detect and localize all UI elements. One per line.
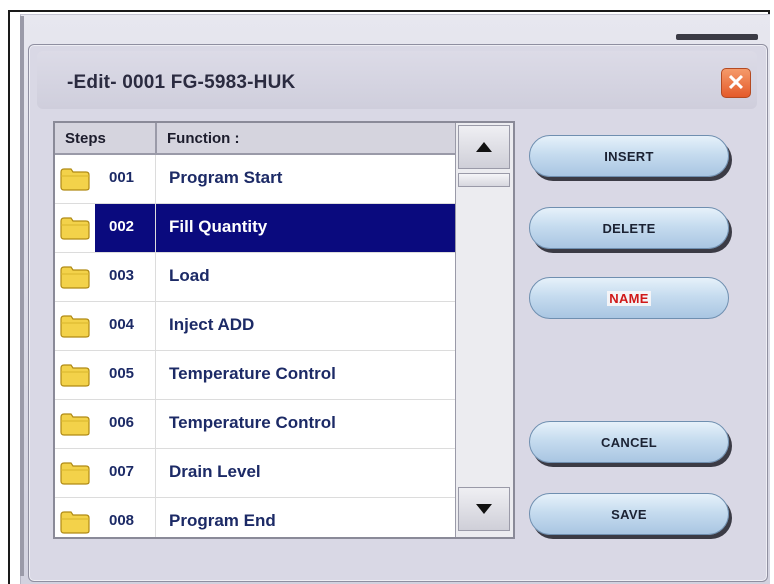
steps-list: Steps Function : 001 Program Start 002 Fill…: [53, 121, 515, 539]
list-rows: 001 Program Start 002 Fill Quantity 003 Load 0…: [55, 155, 455, 537]
function-name: Program End: [169, 511, 276, 530]
step-number: 002: [109, 218, 135, 235]
step-cell: 001: [95, 155, 155, 203]
step-cell: 006: [95, 400, 155, 448]
list-item[interactable]: 003 Load: [55, 253, 455, 302]
delete-button-label: DELETE: [602, 220, 656, 236]
function-name: Program Start: [169, 168, 283, 187]
step-number: 007: [109, 463, 135, 480]
close-icon: ✕: [726, 70, 746, 95]
step-cell: 002: [95, 204, 155, 252]
scroll-thumb[interactable]: [458, 173, 510, 187]
scrollbar[interactable]: [455, 123, 513, 537]
step-number: 001: [109, 169, 135, 186]
dialog-title: -Edit- 0001 FG-5983-HUK: [67, 72, 296, 93]
cancel-button[interactable]: CANCEL: [529, 421, 735, 467]
step-cell: 008: [95, 498, 155, 537]
header-divider: [155, 123, 157, 155]
function-name: Temperature Control: [169, 364, 336, 383]
list-item[interactable]: 005 Temperature Control: [55, 351, 455, 400]
folder-icon: [60, 216, 90, 240]
step-number: 008: [109, 512, 135, 529]
background-window-edge: [20, 16, 24, 576]
folder-icon: [60, 167, 90, 191]
save-button[interactable]: SAVE: [529, 493, 735, 539]
insert-button[interactable]: INSERT: [529, 135, 735, 181]
step-cell: 007: [95, 449, 155, 497]
dialog-titlebar: -Edit- 0001 FG-5983-HUK ✕: [37, 51, 757, 109]
list-item[interactable]: 001 Program Start: [55, 155, 455, 204]
function-name: Drain Level: [169, 462, 261, 481]
edit-dialog: -Edit- 0001 FG-5983-HUK ✕ Steps Function…: [28, 44, 768, 582]
step-cell: 003: [95, 253, 155, 301]
folder-icon: [60, 314, 90, 338]
folder-icon: [60, 363, 90, 387]
step-number: 004: [109, 316, 135, 333]
list-item[interactable]: 007 Drain Level: [55, 449, 455, 498]
name-button-label: NAME: [607, 290, 651, 306]
list-item[interactable]: 004 Inject ADD: [55, 302, 455, 351]
function-name: Load: [169, 266, 210, 285]
step-cell: 004: [95, 302, 155, 350]
function-name: Inject ADD: [169, 315, 255, 334]
list-item[interactable]: 008 Program End: [55, 498, 455, 537]
folder-icon: [60, 412, 90, 436]
list-header: Steps Function :: [55, 123, 455, 155]
step-number: 005: [109, 365, 135, 382]
insert-button-label: INSERT: [604, 148, 654, 164]
column-header-function[interactable]: Function :: [167, 130, 239, 147]
cancel-button-label: CANCEL: [601, 434, 657, 450]
save-button-label: SAVE: [611, 506, 647, 522]
close-button[interactable]: ✕: [721, 68, 751, 98]
delete-button[interactable]: DELETE: [529, 207, 735, 253]
folder-icon: [60, 265, 90, 289]
triangle-down-icon: [476, 504, 492, 514]
folder-icon: [60, 510, 90, 534]
function-name: Fill Quantity: [169, 217, 268, 236]
function-name: Temperature Control: [169, 413, 336, 432]
scroll-down-button[interactable]: [458, 487, 510, 531]
column-header-steps[interactable]: Steps: [65, 130, 106, 147]
list-item[interactable]: 006 Temperature Control: [55, 400, 455, 449]
list-item[interactable]: 002 Fill Quantity: [55, 204, 455, 253]
name-button[interactable]: NAME: [529, 277, 735, 323]
folder-icon: [60, 461, 90, 485]
step-number: 006: [109, 414, 135, 431]
triangle-up-icon: [476, 142, 492, 152]
step-cell: 005: [95, 351, 155, 399]
step-number: 003: [109, 267, 135, 284]
background-window-bar: [676, 34, 758, 40]
scroll-up-button[interactable]: [458, 125, 510, 169]
